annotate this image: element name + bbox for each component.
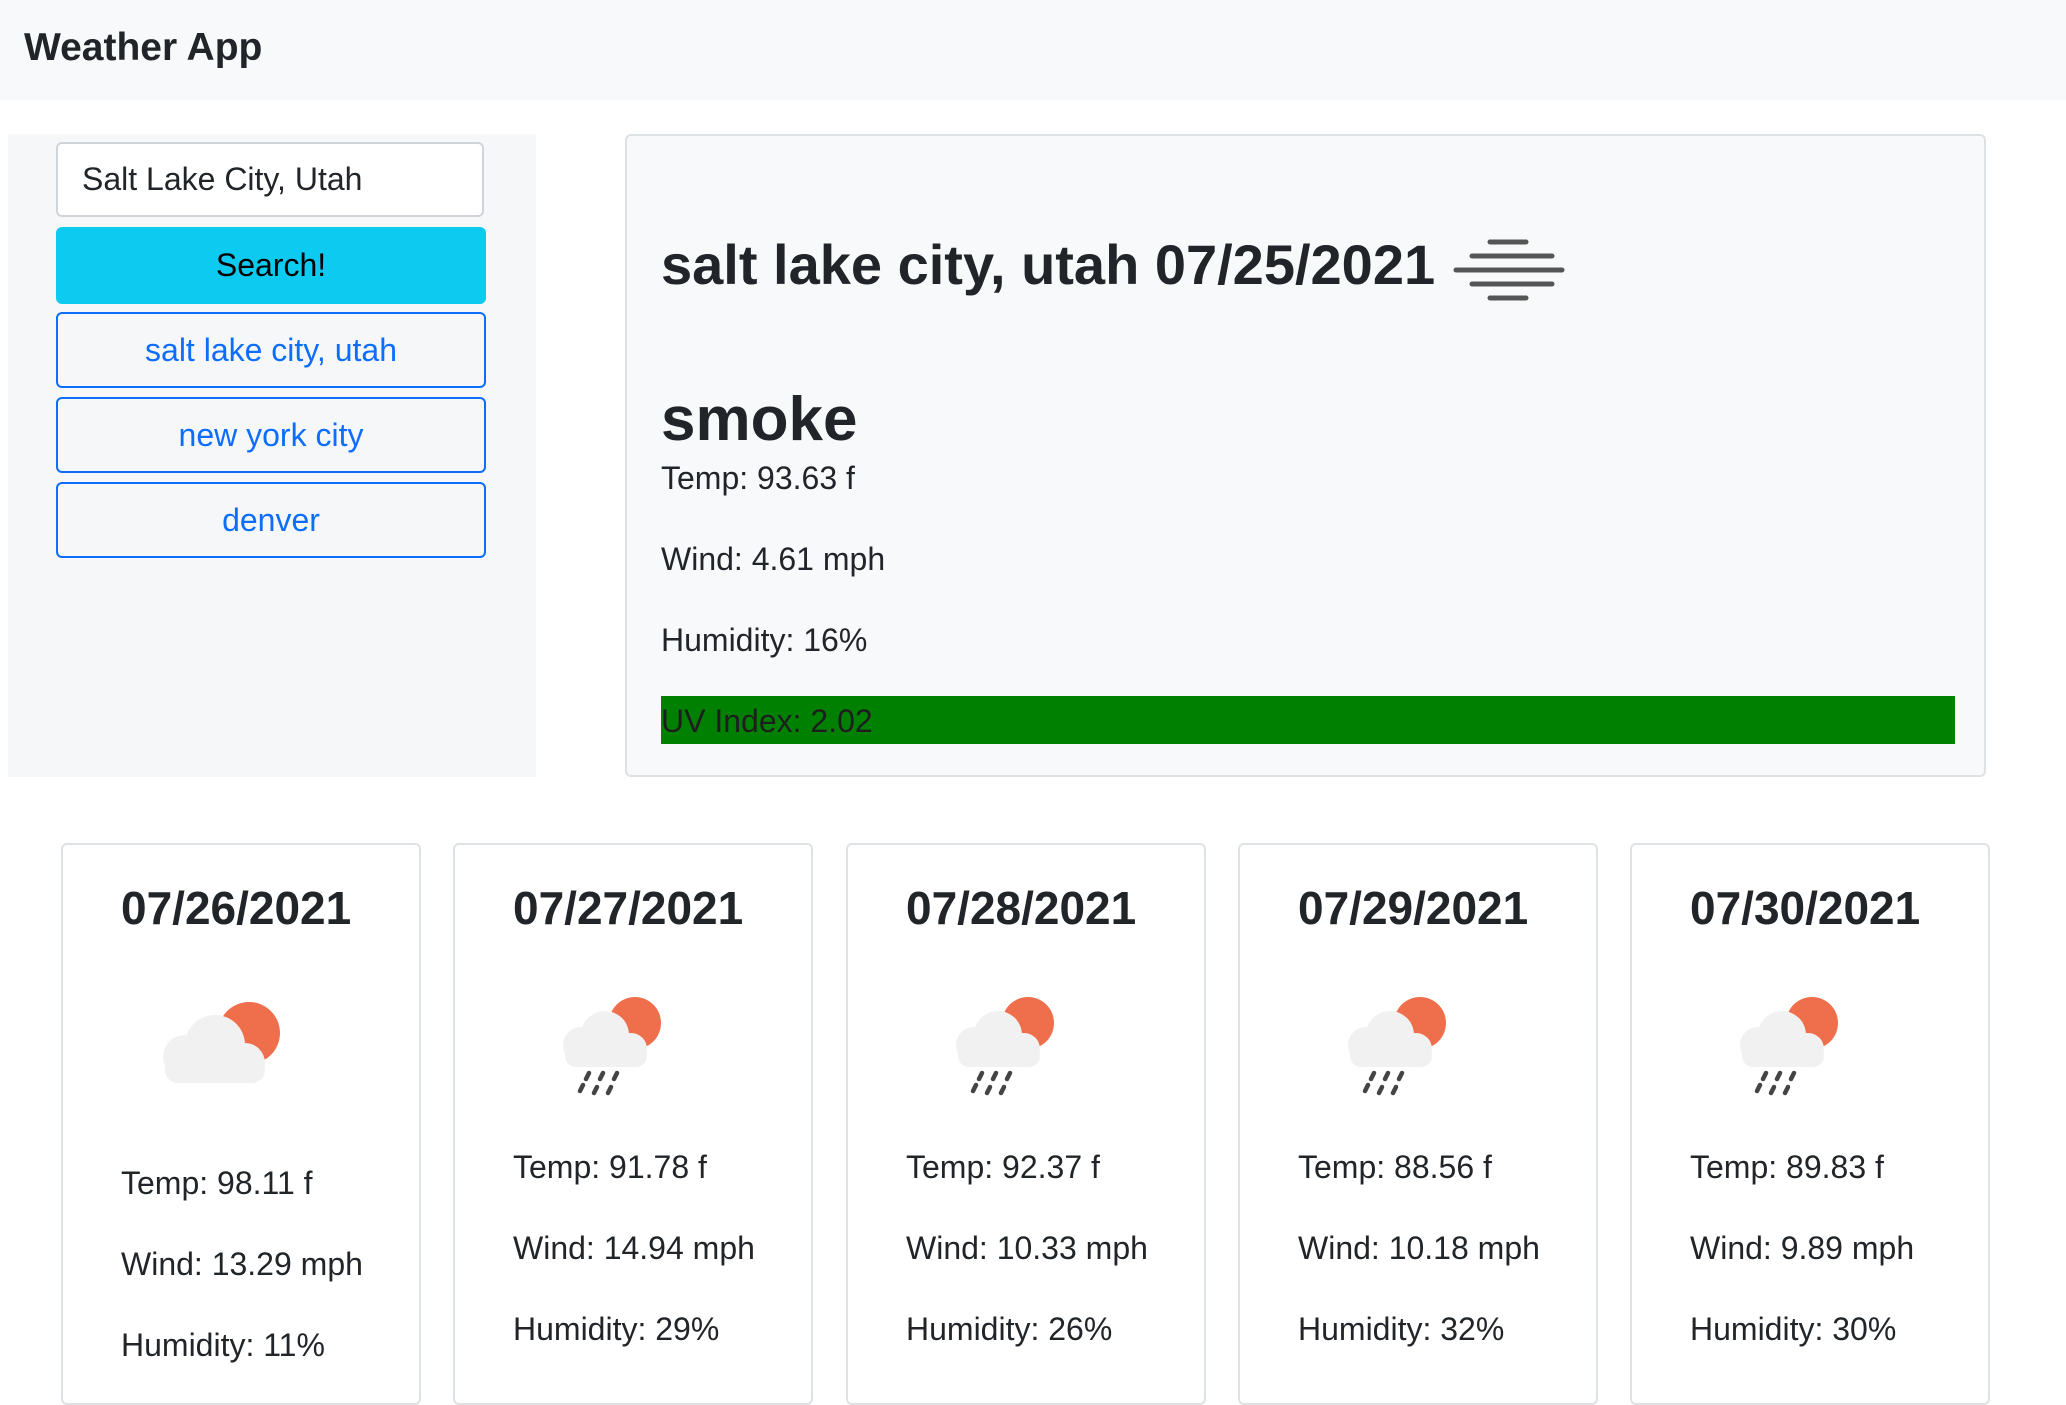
forecast-date: 07/30/2021 — [1690, 882, 1921, 934]
forecast-temp: Temp: 89.83 f — [1690, 1149, 1884, 1185]
forecast-card-day-2: 07/27/2021 Temp: 91.78 f Wind: 14.94 mph… — [453, 843, 813, 1405]
forecast-wind: Wind: 13.29 mph — [121, 1246, 363, 1282]
forecast-humidity: Humidity: 11% — [121, 1327, 325, 1363]
search-button[interactable]: Search! — [56, 227, 486, 304]
forecast-humidity: Humidity: 32% — [1298, 1311, 1505, 1347]
partly-cloudy-icon — [163, 1002, 280, 1083]
app-title[interactable]: Weather App — [24, 26, 262, 70]
forecast-humidity: Humidity: 30% — [1690, 1311, 1897, 1347]
history-button-salt-lake-city[interactable]: salt lake city, utah — [56, 312, 486, 388]
forecast-card-day-4: 07/29/2021 Temp: 88.56 f Wind: 10.18 mph… — [1238, 843, 1598, 1405]
rain-sun-icon — [956, 997, 1054, 1096]
forecast-wind: Wind: 14.94 mph — [513, 1230, 755, 1266]
history-button-new-york-city[interactable]: new york city — [56, 397, 486, 473]
navbar: Weather App — [0, 0, 2066, 100]
forecast-humidity: Humidity: 29% — [513, 1311, 720, 1347]
forecast-temp: Temp: 88.56 f — [1298, 1149, 1492, 1185]
search-sidebar: Search! salt lake city, utah new york ci… — [8, 134, 536, 777]
forecast-wind: Wind: 10.33 mph — [906, 1230, 1148, 1266]
forecast-humidity: Humidity: 26% — [906, 1311, 1113, 1347]
city-search-input[interactable] — [56, 142, 484, 217]
forecast-date: 07/27/2021 — [513, 882, 744, 934]
forecast-date: 07/28/2021 — [906, 882, 1137, 934]
smoke-haze-icon — [1453, 239, 1565, 301]
forecast-date: 07/29/2021 — [1298, 882, 1529, 934]
current-wind: Wind: 4.61 mph — [661, 541, 886, 577]
history-button-denver[interactable]: denver — [56, 482, 486, 558]
forecast-wind: Wind: 10.18 mph — [1298, 1230, 1540, 1266]
rain-sun-icon — [1348, 997, 1446, 1096]
forecast-temp: Temp: 98.11 f — [121, 1165, 313, 1201]
current-city-date: salt lake city, utah 07/25/2021 — [661, 233, 1436, 296]
forecast-wind: Wind: 9.89 mph — [1690, 1230, 1915, 1266]
uv-index-badge: UV Index: 2.02 — [661, 696, 1955, 744]
forecast-date: 07/26/2021 — [121, 882, 352, 934]
forecast-temp: Temp: 91.78 f — [513, 1149, 707, 1185]
forecast-temp: Temp: 92.37 f — [906, 1149, 1100, 1185]
rain-sun-icon — [1740, 997, 1838, 1096]
forecast-card-day-3: 07/28/2021 Temp: 92.37 f Wind: 10.33 mph… — [846, 843, 1206, 1405]
rain-sun-icon — [563, 997, 661, 1096]
forecast-card-day-5: 07/30/2021 Temp: 89.83 f Wind: 9.89 mph … — [1630, 843, 1990, 1405]
current-temp: Temp: 93.63 f — [661, 460, 855, 496]
current-humidity: Humidity: 16% — [661, 622, 868, 658]
current-condition: smoke — [661, 385, 858, 454]
forecast-card-day-1: 07/26/2021 Temp: 98.11 f Wind: 13.29 mph… — [61, 843, 421, 1405]
current-weather-card: salt lake city, utah 07/25/2021 smoke Te… — [625, 134, 1986, 777]
